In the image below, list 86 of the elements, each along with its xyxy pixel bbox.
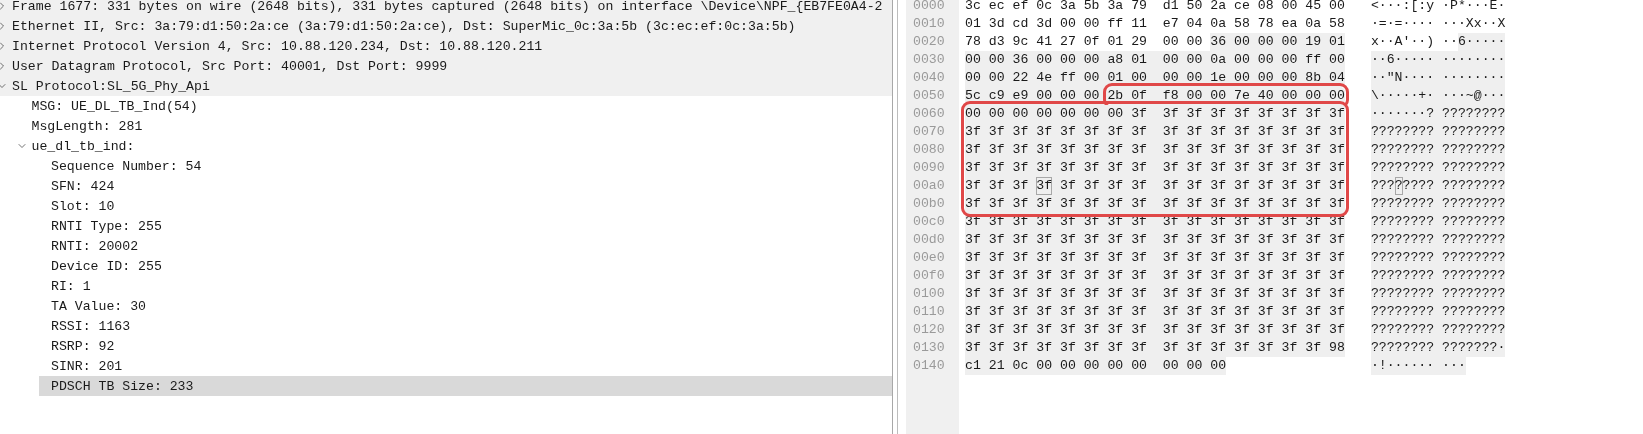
tree-item[interactable]: Sequence Number: 54 (39, 156, 892, 176)
hex-bytes: 00 00 00 00 00 00 00 3f 3f 3f 3f 3f 3f 3f 3f 3f (965, 105, 1345, 123)
ascii-text: ·=·=···· ···Xx··X (1370, 15, 1506, 33)
ascii-text: ·!······ ··· (1370, 357, 1466, 375)
tree-item[interactable]: SFN: 424 (39, 176, 892, 196)
ascii-text: ???????? ???????? (1370, 159, 1506, 177)
tree-item[interactable]: Slot: 10 (39, 196, 892, 216)
tree-item[interactable]: User Datagram Protocol, Src Port: 40001, Dst Port: 9999 (0, 56, 892, 76)
ascii-text: ???????? ???????? (1370, 267, 1506, 285)
byte-offset: 00d0 (913, 231, 945, 249)
ascii-text: ··"N···· ········ (1370, 69, 1506, 87)
ascii-text: ???????? ???????? (1370, 195, 1506, 213)
ascii-text: \·····+· ···~@··· (1370, 87, 1506, 105)
tree-item[interactable]: MsgLength: 281 (19, 116, 892, 136)
byte-offset: 0120 (913, 321, 945, 339)
hex-bytes: 3f 3f 3f 3f 3f 3f 3f 3f 3f 3f 3f 3f 3f 3f 3f 3f (965, 285, 1345, 303)
byte-offset: 0080 (913, 141, 945, 159)
hex-bytes: 3f 3f 3f 3f 3f 3f 3f 3f 3f 3f 3f 3f 3f 3f 3f 3f (965, 321, 1345, 339)
tree-item[interactable]: ue_dl_tb_ind: (19, 136, 892, 156)
byte-offset: 00e0 (913, 249, 945, 267)
hex-bytes: 3f 3f 3f 3f 3f 3f 3f 3f 3f 3f 3f 3f 3f 3f 3f 3f (965, 123, 1345, 141)
ascii-text: 6····· (1457, 33, 1506, 51)
tree-item[interactable]: MSG: UE_DL_TB_Ind(54) (19, 96, 892, 116)
byte-offset: 0130 (913, 339, 945, 357)
tree-item[interactable]: RI: 1 (39, 276, 892, 296)
tree-item[interactable]: SINR: 201 (39, 356, 892, 376)
tree-item[interactable]: RNTI Type: 255 (39, 216, 892, 236)
ascii-text: ???????? ???????? (1370, 141, 1506, 159)
cursor-byte: 3f (1036, 177, 1053, 195)
hex-bytes: 01 3d cd 3d 00 00 ff 11 e7 04 0a 58 78 ea 0a 58 (965, 15, 1345, 33)
hex-bytes: 3f 3f 3f 3f 3f 3f 3f 3f 3f 3f 3f 3f (1052, 177, 1345, 195)
hex-bytes: 3f 3f 3f 3f 3f 3f 3f 3f 3f 3f 3f 3f 3f 3f 3f 3f (965, 195, 1345, 213)
ascii-text: ··6····· ········ (1370, 51, 1506, 69)
ascii-text: ???? ???????? (1402, 177, 1506, 195)
byte-offset: 0050 (913, 87, 945, 105)
tree-item[interactable]: RNTI: 20002 (39, 236, 892, 256)
hex-bytes: 36 00 00 00 19 01 (1210, 33, 1345, 51)
tree-item[interactable]: Internet Protocol Version 4, Src: 10.88.120.234, Dst: 10.88.120.211 (0, 36, 892, 56)
ascii-text: ???????? ???????? (1370, 285, 1506, 303)
hex-bytes: 3f 3f 3f 3f 3f 3f 3f 3f 3f 3f 3f 3f 3f 3f 3f 3f (965, 159, 1345, 177)
ascii-text: <···:[:y ·P*···E· (1370, 0, 1506, 15)
tree-item[interactable]: SL Protocol:SL_5G_Phy_Api (0, 76, 892, 96)
byte-offset: 0140 (913, 357, 945, 375)
byte-offset: 0010 (913, 15, 945, 33)
byte-offset: 0060 (913, 105, 945, 123)
byte-offset: 0000 (913, 0, 945, 15)
tree-item[interactable]: PDSCH TB Size: 233 (39, 376, 892, 396)
hex-bytes: c1 21 0c 00 00 00 00 00 00 00 00 (965, 357, 1227, 375)
hex-bytes: 78 d3 9c 41 27 0f 01 29 00 00 (965, 33, 1204, 51)
tree-item[interactable]: Frame 1677: 331 bytes on wire (2648 bits), 331 bytes captured (2648 bits) on interface \Device\NPF_{EB7FE0A4-2 (0, 0, 892, 16)
tree-item[interactable]: Device ID: 255 (39, 256, 892, 276)
hex-bytes: 3f 3f 3f (965, 177, 1037, 195)
ascii-text: ???????? ???????? (1370, 231, 1506, 249)
hex-bytes: 00 00 36 00 00 00 a8 01 00 00 0a 00 00 00 ff 00 (965, 51, 1345, 69)
hex-bytes: 3f 3f 3f 3f 3f 3f 3f 3f 3f 3f 3f 3f 3f 3f 3f 3f (965, 249, 1345, 267)
tree-item[interactable]: RSRP: 92 (39, 336, 892, 356)
tree-item[interactable]: RSSI: 1163 (39, 316, 892, 336)
byte-offset: 0030 (913, 51, 945, 69)
tree-item[interactable]: Ethernet II, Src: 3a:79:d1:50:2a:ce (3a:79:d1:50:2a:ce), Dst: SuperMic_0c:3a:5b (3c:ec:ef:0c:3a:5b) (0, 16, 892, 36)
tree-item[interactable]: TA Value: 30 (39, 296, 892, 316)
ascii-text: ???????? ???????? (1370, 213, 1506, 231)
ascii-text: ·······? ???????? (1370, 105, 1506, 123)
hex-bytes: 3f 3f 3f 3f 3f 3f 3f 3f 3f 3f 3f 3f 3f 3f 3f 98 (965, 339, 1345, 357)
byte-offset: 0020 (913, 33, 945, 51)
hex-bytes: 3c ec ef 0c 3a 5b 3a 79 d1 50 2a ce 08 00 45 00 (965, 0, 1345, 15)
hex-bytes: 3f 3f 3f 3f 3f 3f 3f 3f 3f 3f 3f 3f 3f 3f 3f 3f (965, 303, 1345, 321)
hex-bytes: 3f 3f 3f 3f 3f 3f 3f 3f 3f 3f 3f 3f 3f 3f 3f 3f (965, 231, 1345, 249)
ascii-text: ???????? ???????? (1370, 321, 1506, 339)
byte-offset: 00f0 (913, 267, 945, 285)
ascii-text: x··A'··) ·· (1370, 33, 1458, 51)
ascii-text: ???????? ???????? (1370, 303, 1506, 321)
byte-offset: 0090 (913, 159, 945, 177)
byte-offset: 0110 (913, 303, 945, 321)
byte-offset: 0040 (913, 69, 945, 87)
byte-offset: 0100 (913, 285, 945, 303)
byte-offset: 00b0 (913, 195, 945, 213)
byte-offset: 00a0 (913, 177, 945, 195)
byte-offset: 0070 (913, 123, 945, 141)
cursor-byte: ? (1394, 177, 1403, 195)
ascii-text: ???????? ???????? (1370, 123, 1506, 141)
ascii-text: ???????? ???????· (1370, 339, 1506, 357)
hex-bytes: 3f 3f 3f 3f 3f 3f 3f 3f 3f 3f 3f 3f 3f 3f 3f 3f (965, 141, 1345, 159)
ascii-text: ??? (1370, 177, 1395, 195)
byte-offset: 00c0 (913, 213, 945, 231)
ascii-text: ???????? ???????? (1370, 249, 1506, 267)
hex-bytes: 3f 3f 3f 3f 3f 3f 3f 3f 3f 3f 3f 3f 3f 3f 3f 3f (965, 267, 1345, 285)
